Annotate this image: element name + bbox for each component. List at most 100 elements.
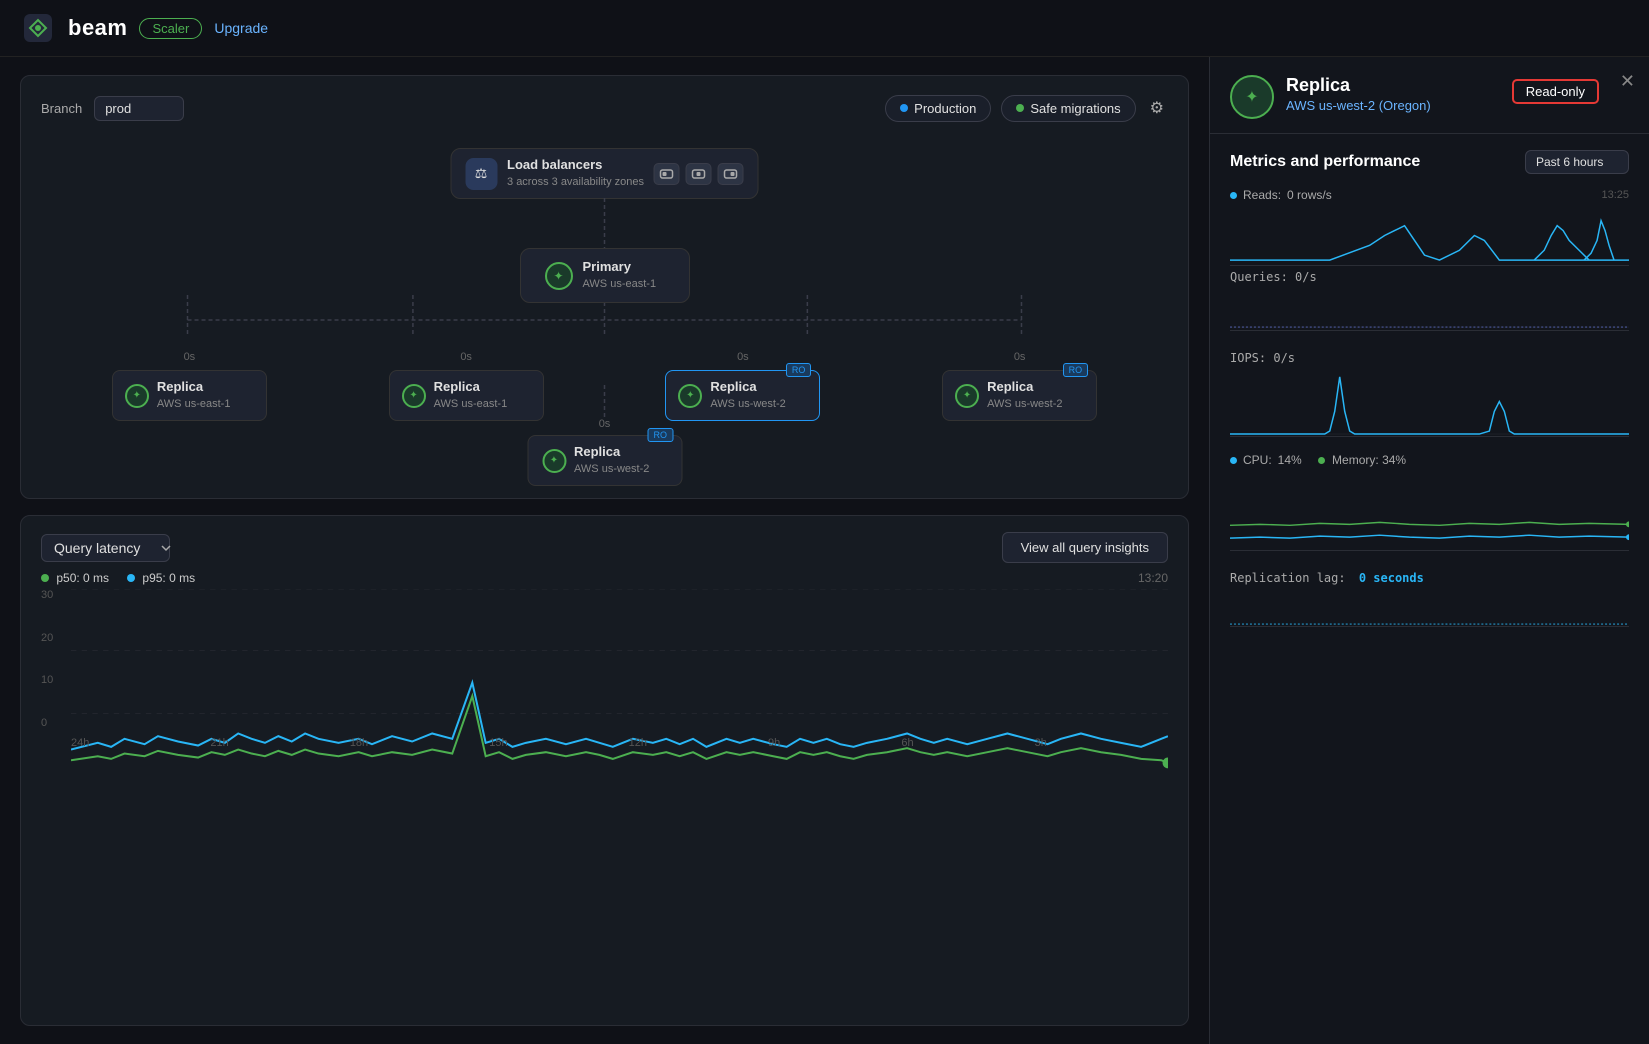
p95-indicator: p95: 0 ms	[127, 571, 195, 585]
load-balancer-text: Load balancers 3 across 3 availability z…	[507, 157, 644, 190]
replica-4-title: Replica	[987, 379, 1062, 394]
lb-title: Load balancers	[507, 157, 644, 172]
main-area: Branch prod Production Safe migrations ⚙	[0, 57, 1649, 1044]
lb-controls	[654, 163, 744, 185]
p95-value: 0 ms	[169, 571, 195, 585]
bottom-replica-title: Replica	[574, 444, 649, 459]
replica-node-1[interactable]: 0s ✦ Replica AWS us-east-1	[112, 370, 267, 421]
close-button[interactable]: ✕	[1620, 71, 1635, 92]
settings-button[interactable]: ⚙	[1146, 94, 1168, 122]
cpu-dot	[1230, 457, 1237, 464]
y-label-10: 10	[41, 674, 71, 686]
replica-row: 0s ✦ Replica AWS us-east-1 0s ✦ Replica …	[41, 370, 1168, 421]
replica-2-latency: 0s	[460, 351, 472, 363]
load-balancer-node: ⚖ Load balancers 3 across 3 availability…	[450, 148, 759, 199]
query-select[interactable]: Query latency	[41, 534, 170, 562]
cpu-value: 14%	[1278, 453, 1302, 467]
p50-dot	[41, 574, 49, 582]
branch-select[interactable]: prod	[94, 96, 184, 121]
iops-label: IOPS: 0/s	[1230, 347, 1629, 367]
replica-3-text: Replica AWS us-west-2	[710, 379, 785, 412]
memory-dot	[1318, 457, 1325, 464]
safe-migrations-dot	[1016, 104, 1024, 112]
upgrade-link[interactable]: Upgrade	[214, 20, 268, 36]
left-panel: Branch prod Production Safe migrations ⚙	[0, 57, 1209, 1044]
replica-node-4[interactable]: 0s RO ✦ Replica AWS us-west-2	[942, 370, 1097, 421]
bottom-replica-latency: 0s	[599, 418, 611, 430]
lb-control-3[interactable]	[718, 163, 744, 185]
time-select[interactable]: Past 6 hours	[1525, 150, 1629, 174]
query-chart-area: 30 20 10 0	[41, 589, 1168, 749]
primary-node[interactable]: ✦ Primary AWS us-east-1	[520, 248, 690, 303]
lb-subtitle: 3 across 3 availability zones	[507, 176, 644, 188]
replica-node-3[interactable]: 0s RO ✦ Replica AWS us-west-2	[665, 370, 820, 421]
y-label-20: 20	[41, 632, 71, 644]
reads-timestamp: 13:25	[1601, 189, 1629, 201]
bottom-replica-ro-badge: RO	[648, 428, 674, 442]
production-dot	[900, 104, 908, 112]
bottom-replica-text: Replica AWS us-west-2	[574, 444, 649, 477]
replica-1-subtitle: AWS us-east-1	[157, 398, 231, 410]
x-6h: 6h	[901, 737, 913, 749]
x-3h: 3h	[1035, 737, 1047, 749]
logo-text: beam	[68, 15, 127, 41]
reads-chart	[1230, 206, 1629, 266]
reads-dot	[1230, 192, 1237, 199]
p95-dot	[127, 574, 135, 582]
primary-text: Primary AWS us-east-1	[583, 259, 657, 292]
lb-control-1[interactable]	[654, 163, 680, 185]
scaler-badge[interactable]: Scaler	[139, 18, 202, 39]
right-panel: ✦ Replica AWS us-west-2 (Oregon) Read-on…	[1209, 57, 1649, 1044]
x-9h: 9h	[768, 737, 780, 749]
view-insights-button[interactable]: View all query insights	[1002, 532, 1168, 563]
x-12h: 12h	[629, 737, 647, 749]
replication-lag-label-text: Replication lag:	[1230, 571, 1346, 585]
queries-chart	[1230, 286, 1629, 331]
production-label: Production	[914, 101, 976, 116]
logo-icon	[24, 14, 52, 42]
safe-migrations-label: Safe migrations	[1030, 101, 1120, 116]
bottom-replica-subtitle: AWS us-west-2	[574, 463, 649, 475]
replica-node-2[interactable]: 0s ✦ Replica AWS us-east-1	[389, 370, 544, 421]
replica-4-ro-badge: RO	[1063, 363, 1089, 377]
p50-label: p50:	[56, 571, 79, 585]
right-panel-header: ✦ Replica AWS us-west-2 (Oregon) Read-on…	[1210, 57, 1649, 134]
lb-control-2[interactable]	[686, 163, 712, 185]
queries-label: Queries: 0/s	[1230, 266, 1629, 286]
chart-y-labels: 30 20 10 0	[41, 589, 71, 729]
reads-label: Reads:	[1243, 188, 1281, 202]
replica-3-subtitle: AWS us-west-2	[710, 398, 785, 410]
reads-metric: Reads: 0 rows/s 13:25 Queries: 0/s	[1230, 188, 1629, 331]
replica-3-ro-badge: RO	[786, 363, 812, 377]
replica-1-text: Replica AWS us-east-1	[157, 379, 231, 412]
primary-subtitle: AWS us-east-1	[583, 278, 657, 290]
cpu-label: CPU:	[1243, 453, 1272, 467]
replica-3-icon: ✦	[678, 384, 702, 408]
replica-avatar: ✦	[1230, 75, 1274, 119]
metrics-section: Metrics and performance Past 6 hours Rea…	[1210, 134, 1649, 659]
replica-subtitle: AWS us-west-2 (Oregon)	[1286, 98, 1431, 113]
cpu-memory-header: CPU: 14% Memory: 34%	[1230, 453, 1629, 467]
bottom-replica-node[interactable]: 0s RO ✦ Replica AWS us-west-2	[527, 435, 682, 486]
metrics-title: Metrics and performance	[1230, 153, 1420, 171]
x-24h: 24h	[71, 737, 89, 749]
chart-x-labels: 24h 21h 18h 15h 12h 9h 6h 3h	[71, 737, 1168, 749]
topology-toolbar: Branch prod Production Safe migrations ⚙	[41, 94, 1168, 122]
replica-3-latency: 0s	[737, 351, 749, 363]
replica-4-icon: ✦	[955, 384, 979, 408]
y-label-30: 30	[41, 589, 71, 601]
x-21h: 21h	[210, 737, 228, 749]
bottom-replica-icon: ✦	[542, 449, 566, 473]
load-balancer-icon: ⚖	[465, 158, 497, 190]
replication-lag-value: 0 seconds	[1359, 571, 1424, 585]
query-toolbar: Query latency View all query insights	[41, 532, 1168, 563]
topology-card: Branch prod Production Safe migrations ⚙	[20, 75, 1189, 499]
query-section: Query latency View all query insights p5…	[20, 515, 1189, 1026]
query-timestamp: 13:20	[1138, 571, 1168, 585]
replication-lag-label: Replication lag: 0 seconds	[1230, 567, 1629, 587]
replica-title: Replica	[1286, 75, 1431, 96]
p50-value: 0 ms	[83, 571, 109, 585]
primary-title: Primary	[583, 259, 657, 274]
cpu-memory-metric: CPU: 14% Memory: 34%	[1230, 453, 1629, 551]
read-only-badge: Read-only	[1512, 79, 1599, 104]
